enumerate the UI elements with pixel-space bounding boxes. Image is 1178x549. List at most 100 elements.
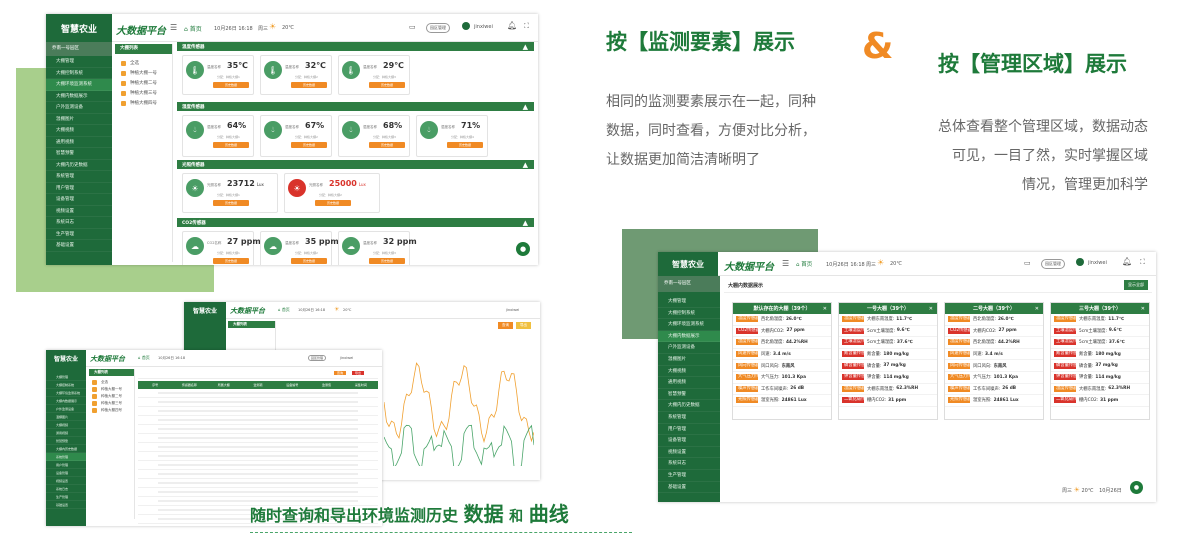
username-2[interactable]: jinxiwei: [506, 308, 519, 312]
sidebar-item-8[interactable]: 智慧预警: [46, 148, 112, 160]
sidebar4-item-12[interactable]: 设备管理: [658, 435, 720, 447]
sidebar4-item-11[interactable]: 用户管理: [658, 424, 720, 436]
sidebar-item-15[interactable]: 生产管理: [46, 229, 112, 240]
home-link-4[interactable]: ⌂ 首页: [796, 260, 812, 268]
history-button[interactable]: 历史数据: [369, 258, 405, 264]
username-3[interactable]: jinxiwei: [340, 356, 353, 360]
collapse-icon[interactable]: ▲: [523, 103, 528, 111]
home-link[interactable]: ⌂ 首页: [184, 24, 202, 33]
sidebar3-item-3[interactable]: 大棚内数据展示: [46, 397, 86, 405]
sidebar3-item-1[interactable]: 大棚控制系统: [46, 381, 86, 389]
table-row[interactable]: [138, 479, 378, 488]
sidebar3-item-7[interactable]: 通用视频: [46, 429, 86, 437]
sidebar4-item-3[interactable]: 大棚内数据展示: [658, 330, 720, 343]
menu-toggle-icon[interactable]: ☰: [170, 23, 177, 32]
table-header-cell[interactable]: 序号: [138, 383, 172, 387]
show-all-button[interactable]: 显示全部: [1124, 280, 1148, 290]
sidebar4-item-15[interactable]: 生产管理: [658, 470, 720, 482]
bell-icon[interactable]: 🔔︎: [507, 21, 517, 30]
table-header-cell[interactable]: 传感器名称: [172, 383, 206, 387]
sidebar4-item-6[interactable]: 大棚视频: [658, 366, 720, 378]
home-link-3[interactable]: ⌂ 首页: [138, 355, 150, 361]
close-icon[interactable]: ✕: [823, 306, 827, 312]
export-button-2[interactable]: 导出: [516, 322, 531, 329]
sidebar-item-6[interactable]: 大棚视频: [46, 125, 112, 137]
sidebar3-item-0[interactable]: 大棚管理: [46, 373, 86, 381]
table-header-cell[interactable]: 采集时间: [344, 383, 378, 387]
history-button[interactable]: 历史数据: [291, 258, 327, 264]
sidebar-item-13[interactable]: 视频设置: [46, 206, 112, 217]
sidebar3-item-11[interactable]: 用户管理: [46, 461, 86, 469]
table-header-cell[interactable]: 设备编号: [275, 383, 309, 387]
table-row[interactable]: [138, 416, 378, 425]
table-row[interactable]: [138, 434, 378, 443]
sidebar3-item-15[interactable]: 生产管理: [46, 493, 86, 501]
tree-item[interactable]: 种植大棚三号: [92, 400, 134, 407]
tree-item[interactable]: 种植大棚四号: [121, 98, 172, 108]
sidebar3-item-2[interactable]: 大棚环境监测系统: [46, 389, 86, 397]
env-button[interactable]: 园区管理: [426, 23, 450, 33]
table-row[interactable]: [138, 389, 378, 398]
username-4[interactable]: jinxiwei: [1088, 260, 1107, 266]
sidebar-item-9[interactable]: 大棚内历史数据: [46, 160, 112, 171]
table-row[interactable]: [138, 488, 378, 497]
sidebar-item-14[interactable]: 系统日志: [46, 217, 112, 229]
history-button[interactable]: 历史数据: [291, 82, 327, 88]
campus-name[interactable]: 乔南一号园区: [46, 42, 112, 56]
sidebar-item-7[interactable]: 通用视频: [46, 137, 112, 148]
table-row[interactable]: [138, 470, 378, 479]
sidebar3-item-12[interactable]: 设备管理: [46, 469, 86, 477]
sidebar3-item-8[interactable]: 智慧预警: [46, 437, 86, 445]
table-header-cell[interactable]: 所属大棚: [207, 383, 241, 387]
tree-item[interactable]: 种植大棚一号: [92, 386, 134, 393]
sidebar-item-3[interactable]: 大棚内数据展示: [46, 91, 112, 102]
sidebar4-item-8[interactable]: 智慧预警: [658, 389, 720, 401]
menu-toggle-icon-4[interactable]: ☰: [782, 259, 789, 268]
history-button[interactable]: 历史数据: [447, 142, 483, 148]
collapse-icon[interactable]: ▲: [523, 219, 528, 227]
sidebar4-item-14[interactable]: 系统日志: [658, 458, 720, 470]
monitor-icon[interactable]: ▭: [409, 23, 416, 31]
tree-item[interactable]: 全选: [92, 379, 134, 386]
tree-item[interactable]: 种植大棚二号: [121, 78, 172, 88]
close-icon[interactable]: ✕: [1141, 306, 1145, 312]
sidebar3-item-9[interactable]: 大棚内历史数据: [46, 445, 86, 453]
campus-name-4[interactable]: 乔南一号园区: [658, 276, 720, 292]
table-row[interactable]: [138, 443, 378, 452]
sidebar4-item-4[interactable]: 户外监测设备: [658, 342, 720, 354]
sidebar-item-1[interactable]: 大棚控制系统: [46, 68, 112, 79]
history-button[interactable]: 历史数据: [213, 200, 249, 206]
sidebar-item-5[interactable]: 温棚图片: [46, 114, 112, 125]
home-link-2[interactable]: ⌂ 首页: [278, 307, 290, 313]
collapse-icon[interactable]: ▲: [523, 43, 528, 51]
sidebar3-item-13[interactable]: 视频设置: [46, 477, 86, 485]
collapse-icon[interactable]: ▲: [523, 161, 528, 169]
sidebar4-item-9[interactable]: 大棚内历史数据: [658, 400, 720, 412]
sidebar-item-16[interactable]: 基础设置: [46, 240, 112, 252]
monitor-icon-4[interactable]: ▭: [1024, 259, 1031, 267]
sidebar3-item-14[interactable]: 系统日志: [46, 485, 86, 493]
history-button[interactable]: 历史数据: [369, 82, 405, 88]
close-icon[interactable]: ✕: [929, 306, 933, 312]
bell-icon-4[interactable]: 🔔︎: [1122, 257, 1132, 266]
chat-fab-icon-4[interactable]: ●: [1130, 481, 1143, 494]
sidebar3-item-4[interactable]: 户外监测设备: [46, 405, 86, 413]
sidebar4-item-2[interactable]: 大棚环境监测系统: [658, 319, 720, 331]
sidebar4-item-0[interactable]: 大棚管理: [658, 296, 720, 308]
sidebar3-item-10[interactable]: 系统管理: [46, 453, 86, 461]
export-button-3[interactable]: 导出: [352, 371, 365, 375]
tree-item[interactable]: 种植大棚二号: [92, 393, 134, 400]
username[interactable]: jinxiwei: [474, 24, 493, 30]
table-row[interactable]: [138, 461, 378, 470]
sidebar-item-0[interactable]: 大棚管理: [46, 56, 112, 68]
query-button-2[interactable]: 查询: [498, 322, 513, 329]
history-button[interactable]: 历史数据: [369, 142, 405, 148]
sidebar-item-2[interactable]: 大棚环境监测系统: [46, 79, 112, 91]
query-button-3[interactable]: 查询: [334, 371, 347, 375]
fullscreen-icon-4[interactable]: ⛶: [1140, 258, 1145, 267]
sidebar4-item-5[interactable]: 温棚图片: [658, 354, 720, 366]
table-header-cell[interactable]: 监测值: [309, 383, 343, 387]
sidebar4-item-7[interactable]: 通用视频: [658, 377, 720, 389]
tree-item[interactable]: 种植大棚三号: [121, 88, 172, 98]
history-button[interactable]: 历史数据: [291, 142, 327, 148]
